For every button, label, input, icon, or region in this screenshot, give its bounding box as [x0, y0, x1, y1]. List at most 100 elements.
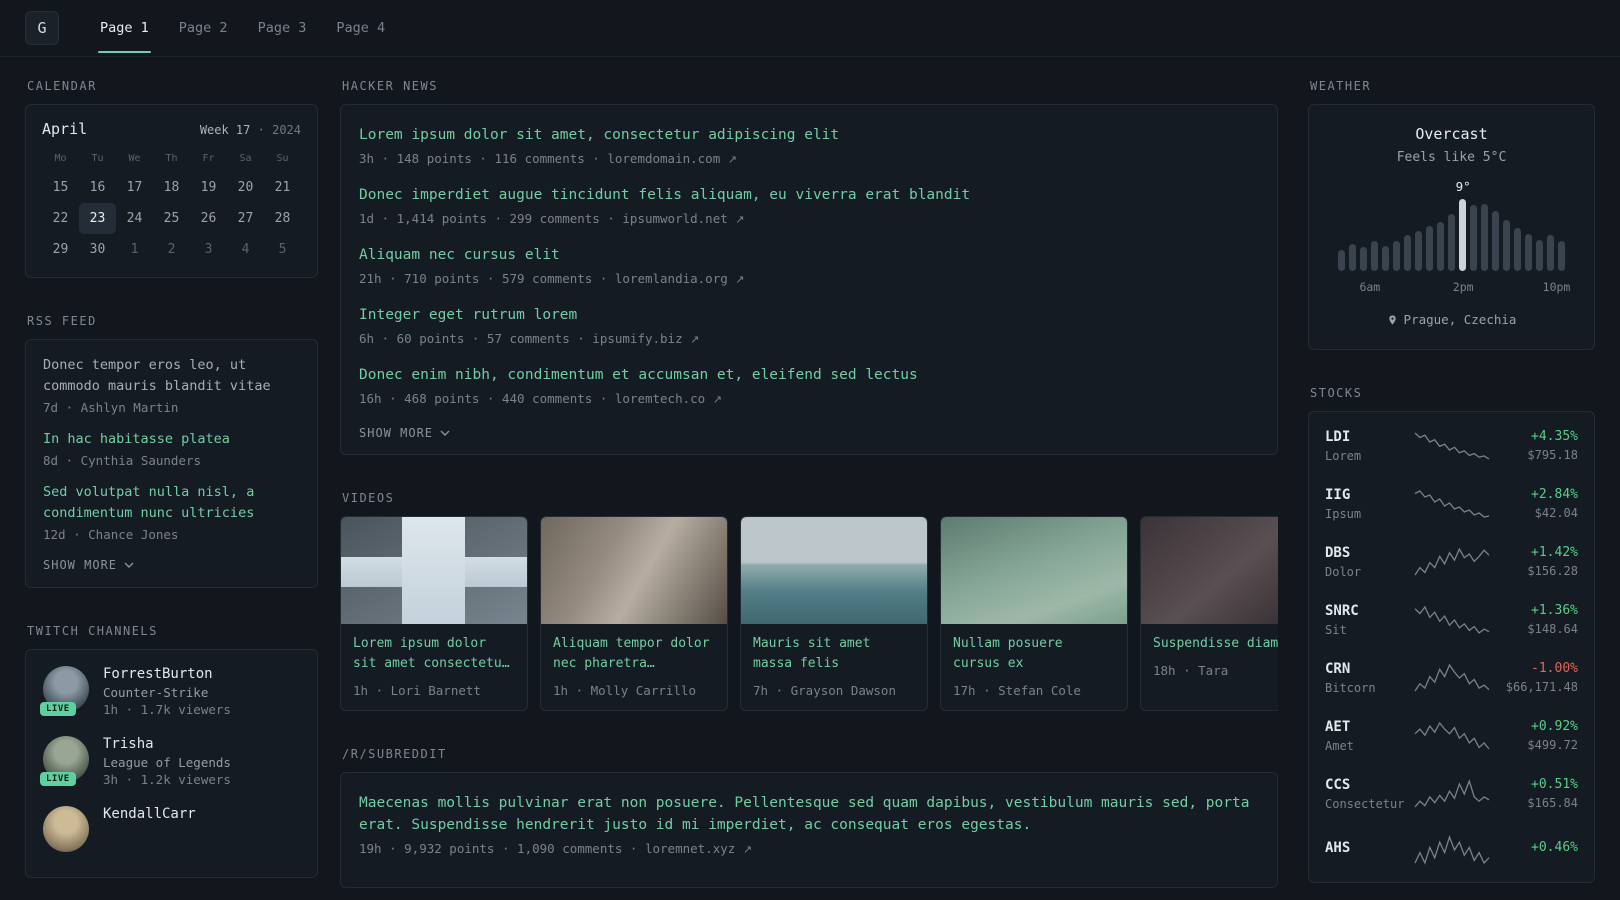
- calendar-day-next-month[interactable]: 5: [264, 234, 301, 265]
- external-link-icon[interactable]: ↗: [690, 333, 699, 346]
- video-thumbnail[interactable]: [741, 517, 927, 624]
- channel-name[interactable]: ForrestBurton: [103, 666, 231, 682]
- calendar-day[interactable]: 18: [153, 172, 190, 203]
- video-thumbnail[interactable]: [541, 517, 727, 624]
- calendar-day-next-month[interactable]: 4: [227, 234, 264, 265]
- stock-name: Ipsum: [1325, 506, 1362, 521]
- channel-name[interactable]: KendallCarr: [103, 806, 196, 822]
- app-logo[interactable]: G: [25, 11, 59, 45]
- top-bar: G Page 1 Page 2 Page 3 Page 4: [0, 0, 1620, 57]
- calendar-day[interactable]: 20: [227, 172, 264, 203]
- rss-show-more-button[interactable]: SHOW MORE: [43, 558, 134, 572]
- tab-page-1[interactable]: Page 1: [85, 0, 164, 56]
- twitch-channel[interactable]: LIVE ForrestBurton Counter-Strike 1h · 1…: [40, 666, 300, 717]
- stock-row[interactable]: DBS Dolor +1.42% $156.28: [1325, 533, 1578, 591]
- stock-row[interactable]: LDI Lorem +4.35% $795.18: [1325, 417, 1578, 475]
- video-card[interactable]: Nullam posuere cursus ex 17h · Stefan Co…: [940, 516, 1128, 711]
- rss-item: In hac habitasse platea 8d · Cynthia Sau…: [43, 429, 300, 468]
- stock-symbol: SNRC: [1325, 602, 1359, 619]
- calendar-day-next-month[interactable]: 1: [116, 234, 153, 265]
- stock-symbol: AET: [1325, 718, 1351, 735]
- rss-item-link[interactable]: In hac habitasse platea: [43, 429, 300, 450]
- video-thumbnail[interactable]: [1141, 517, 1278, 624]
- hn-story-link[interactable]: Integer eget rutrum lorem: [359, 304, 1259, 326]
- tab-page-4[interactable]: Page 4: [321, 0, 400, 56]
- weather-bar: [1547, 235, 1554, 271]
- external-link-icon[interactable]: ↗: [735, 273, 744, 286]
- weather-temp-label: 9°: [1455, 179, 1471, 194]
- video-card[interactable]: Mauris sit amet massa felis 7h · Grayson…: [740, 516, 928, 711]
- video-meta: 18h · Tara: [1153, 663, 1229, 678]
- twitch-channel[interactable]: KendallCarr: [43, 806, 300, 852]
- rss-item-link[interactable]: Sed volutpat nulla nisl, a condimentum n…: [43, 482, 300, 524]
- hn-story-link[interactable]: Lorem ipsum dolor sit amet, consectetur …: [359, 124, 1259, 146]
- video-title-link[interactable]: Mauris sit amet massa felis: [753, 634, 915, 674]
- stock-sparkline: [1412, 489, 1492, 519]
- weather-chart: [1329, 199, 1574, 271]
- stock-change: +4.35%: [1531, 429, 1578, 444]
- calendar-day[interactable]: 30: [79, 234, 116, 265]
- calendar-day[interactable]: 24: [116, 203, 153, 234]
- stock-row[interactable]: AHS +0.46%: [1325, 823, 1578, 877]
- calendar-day[interactable]: 27: [227, 203, 264, 234]
- calendar-day[interactable]: 26: [190, 203, 227, 234]
- stock-row[interactable]: CRN Bitcorn -1.00% $66,171.48: [1325, 649, 1578, 707]
- hackernews-show-more-button[interactable]: SHOW MORE: [359, 426, 450, 440]
- video-meta: 1h · Lori Barnett: [353, 683, 481, 698]
- video-card[interactable]: Lorem ipsum dolor sit amet consectetu… 1…: [340, 516, 528, 711]
- subreddit-card: Maecenas mollis pulvinar erat non posuer…: [340, 772, 1278, 888]
- tab-page-3[interactable]: Page 3: [243, 0, 322, 56]
- rss-item-link[interactable]: Donec tempor eros leo, ut commodo mauris…: [43, 355, 300, 397]
- left-column: CALENDAR April Week 17 · 2024 Mo Tu We T…: [25, 79, 318, 900]
- weather-heading: WEATHER: [1310, 79, 1372, 93]
- subreddit-widget: /R/SUBREDDIT Maecenas mollis pulvinar er…: [340, 747, 1278, 888]
- calendar-day[interactable]: 29: [42, 234, 79, 265]
- weather-bar: [1448, 214, 1455, 271]
- calendar-day-next-month[interactable]: 2: [153, 234, 190, 265]
- video-title-link[interactable]: Lorem ipsum dolor sit amet consectetu…: [353, 634, 515, 674]
- video-thumbnail[interactable]: [941, 517, 1127, 624]
- weather-bar: [1525, 233, 1532, 271]
- external-link-icon[interactable]: ↗: [735, 213, 744, 226]
- calendar-day[interactable]: 25: [153, 203, 190, 234]
- twitch-channel[interactable]: LIVE Trisha League of Legends 3h · 1.2k …: [40, 736, 300, 787]
- video-card[interactable]: Aliquam tempor dolor nec pharetra… 1h · …: [540, 516, 728, 711]
- external-link-icon[interactable]: ↗: [728, 153, 737, 166]
- calendar-day[interactable]: 28: [264, 203, 301, 234]
- subreddit-post-link[interactable]: Maecenas mollis pulvinar erat non posuer…: [359, 792, 1259, 836]
- calendar-day[interactable]: 21: [264, 172, 301, 203]
- channel-meta: 3h · 1.2k viewers: [103, 772, 231, 787]
- hn-story-link[interactable]: Aliquam nec cursus elit: [359, 244, 1259, 266]
- calendar-day[interactable]: 19: [190, 172, 227, 203]
- hn-story-link[interactable]: Donec enim nibh, condimentum et accumsan…: [359, 364, 1259, 386]
- calendar-day[interactable]: 22: [42, 203, 79, 234]
- calendar-day-selected[interactable]: 23: [79, 203, 116, 234]
- stock-symbol: DBS: [1325, 544, 1351, 561]
- video-title-link[interactable]: Aliquam tempor dolor nec pharetra…: [553, 634, 715, 674]
- stock-row[interactable]: AET Amet +0.92% $499.72: [1325, 707, 1578, 765]
- calendar-day[interactable]: 15: [42, 172, 79, 203]
- calendar-day-next-month[interactable]: 3: [190, 234, 227, 265]
- video-card[interactable]: Suspendisse diam 18h · Tara: [1140, 516, 1278, 711]
- external-link-icon[interactable]: ↗: [743, 843, 752, 856]
- rss-item-meta: 12d · Chance Jones: [43, 527, 179, 542]
- calendar-day[interactable]: 16: [79, 172, 116, 203]
- middle-column: HACKER NEWS Lorem ipsum dolor sit amet, …: [340, 79, 1278, 900]
- calendar-week-year: Week 17 · 2024: [199, 123, 301, 137]
- stock-change: +2.84%: [1531, 487, 1578, 502]
- weather-bar: [1481, 203, 1488, 271]
- video-meta: 7h · Grayson Dawson: [753, 683, 896, 698]
- channel-name[interactable]: Trisha: [103, 736, 231, 752]
- video-title-link[interactable]: Suspendisse diam: [1153, 634, 1278, 654]
- hn-story: Donec imperdiet augue tincidunt felis al…: [359, 184, 1259, 226]
- hackernews-widget: HACKER NEWS Lorem ipsum dolor sit amet, …: [340, 79, 1278, 455]
- video-thumbnail[interactable]: [341, 517, 527, 624]
- external-link-icon[interactable]: ↗: [713, 393, 722, 406]
- calendar-day[interactable]: 17: [116, 172, 153, 203]
- tab-page-2[interactable]: Page 2: [164, 0, 243, 56]
- stock-row[interactable]: SNRC Sit +1.36% $148.64: [1325, 591, 1578, 649]
- hn-story-link[interactable]: Donec imperdiet augue tincidunt felis al…: [359, 184, 1259, 206]
- video-title-link[interactable]: Nullam posuere cursus ex: [953, 634, 1115, 674]
- stock-row[interactable]: IIG Ipsum +2.84% $42.04: [1325, 475, 1578, 533]
- stock-row[interactable]: CCS Consectetur +0.51% $165.84: [1325, 765, 1578, 823]
